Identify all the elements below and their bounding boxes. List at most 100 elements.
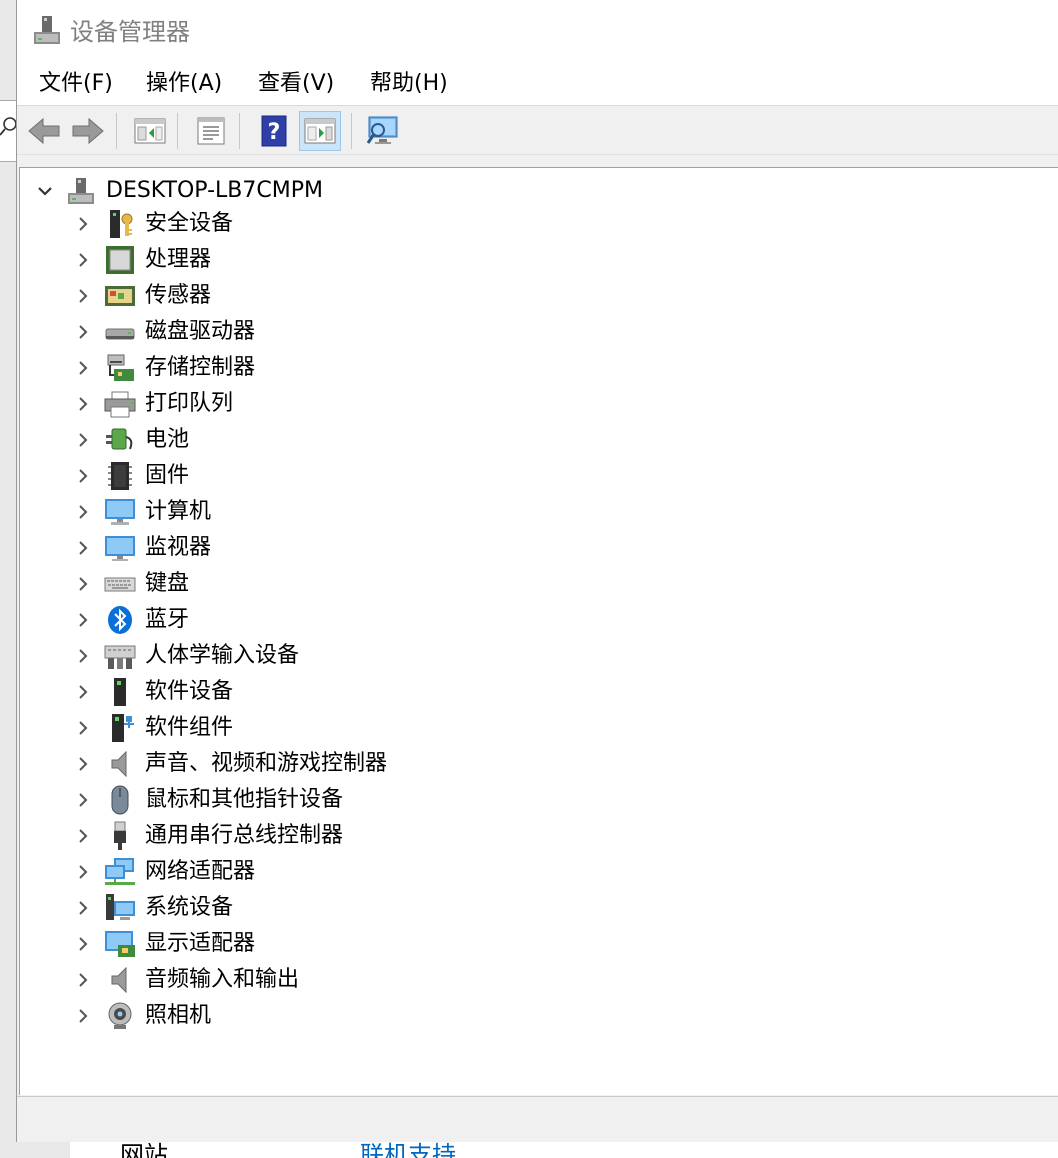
- toolbar-separator: [351, 113, 352, 149]
- expand-chevron-icon[interactable]: [72, 501, 94, 523]
- tree-item-computer[interactable]: 计算机: [20, 494, 1058, 530]
- menu-action[interactable]: 操作(A): [144, 70, 224, 98]
- properties-button[interactable]: [190, 111, 232, 151]
- expand-chevron-icon[interactable]: [72, 249, 94, 271]
- svg-text:?: ?: [268, 120, 281, 145]
- tree-item-disk-drives[interactable]: 磁盘驱动器: [20, 314, 1058, 350]
- window-title: 设备管理器: [70, 18, 190, 46]
- expand-chevron-icon[interactable]: [72, 969, 94, 991]
- collapse-chevron-icon[interactable]: [34, 180, 56, 202]
- monitor-icon: [105, 536, 135, 561]
- show-hide-console-tree-button[interactable]: [129, 111, 171, 151]
- action-pane-icon: [304, 118, 336, 144]
- toolbar-separator: [239, 113, 240, 149]
- expand-chevron-icon[interactable]: [72, 465, 94, 487]
- tree-item-label: 打印队列: [145, 391, 234, 416]
- tree-item-network-adapters[interactable]: 网络适配器: [20, 854, 1058, 890]
- toolbar-separator: [116, 113, 117, 149]
- tree-item-software-components[interactable]: 软件组件: [20, 710, 1058, 746]
- back-button[interactable]: [23, 111, 65, 151]
- arrow-left-icon: [28, 117, 60, 145]
- tree-item-sound-video-game-controllers[interactable]: 声音、视频和游戏控制器: [20, 746, 1058, 782]
- expand-chevron-icon[interactable]: [72, 933, 94, 955]
- toolbar: ?: [17, 107, 1058, 155]
- printer-icon: [104, 391, 136, 418]
- expand-chevron-icon[interactable]: [72, 321, 94, 343]
- expand-chevron-icon[interactable]: [72, 753, 94, 775]
- tree-item-bluetooth[interactable]: 蓝牙: [20, 602, 1058, 638]
- tree-item-mice-pointing-devices[interactable]: 鼠标和其他指针设备: [20, 782, 1058, 818]
- expand-chevron-icon[interactable]: [72, 861, 94, 883]
- toolbar-separator: [177, 113, 178, 149]
- menu-help[interactable]: 帮助(H): [368, 70, 450, 98]
- menu-view[interactable]: 查看(V): [256, 70, 336, 98]
- tree-item-storage-controllers[interactable]: 存储控制器: [20, 350, 1058, 386]
- tree-item-display-adapters[interactable]: 显示适配器: [20, 926, 1058, 962]
- menu-file[interactable]: 文件(F): [37, 70, 115, 98]
- console-tree-icon: [134, 118, 166, 144]
- tree-item-processors[interactable]: 处理器: [20, 242, 1058, 278]
- forward-button[interactable]: [67, 111, 109, 151]
- help-button[interactable]: ?: [253, 111, 295, 151]
- expand-chevron-icon[interactable]: [72, 429, 94, 451]
- expand-chevron-icon[interactable]: [72, 357, 94, 379]
- expand-chevron-icon[interactable]: [72, 681, 94, 703]
- expand-chevron-icon[interactable]: [72, 897, 94, 919]
- search-icon: [0, 117, 16, 136]
- storage-controller-icon: [107, 354, 134, 381]
- expand-chevron-icon[interactable]: [72, 393, 94, 415]
- tree-item-monitors[interactable]: 监视器: [20, 530, 1058, 566]
- tree-item-cameras[interactable]: 照相机: [20, 998, 1058, 1034]
- tree-item-label: 存储控制器: [145, 355, 256, 380]
- tree-item-print-queues[interactable]: 打印队列: [20, 386, 1058, 422]
- tree-root[interactable]: DESKTOP-LB7CMPM: [34, 175, 323, 207]
- tree-item-software-devices[interactable]: 软件设备: [20, 674, 1058, 710]
- processor-icon: [106, 246, 134, 274]
- expand-chevron-icon[interactable]: [72, 213, 94, 235]
- tree-item-keyboards[interactable]: 键盘: [20, 566, 1058, 602]
- tree-item-label: 键盘: [145, 571, 190, 596]
- tree-item-audio-inputs-outputs[interactable]: 音频输入和输出: [20, 962, 1058, 998]
- software-device-icon: [114, 678, 126, 706]
- mouse-icon: [111, 785, 129, 815]
- tree-item-label: 磁盘驱动器: [145, 319, 256, 344]
- background-footer: 网站 联机支持: [70, 1140, 1058, 1158]
- device-tree[interactable]: DESKTOP-LB7CMPM 安全设备 处理器 传感器 磁盘驱动器 存储控制器…: [19, 167, 1058, 1095]
- tree-item-security-devices[interactable]: 安全设备: [20, 206, 1058, 242]
- expand-chevron-icon[interactable]: [72, 609, 94, 631]
- tree-item-hid[interactable]: 人体学输入设备: [20, 638, 1058, 674]
- expand-chevron-icon[interactable]: [72, 573, 94, 595]
- show-action-pane-button[interactable]: [299, 111, 341, 151]
- software-component-icon: [112, 714, 134, 742]
- tree-item-firmware[interactable]: 固件: [20, 458, 1058, 494]
- system-device-icon: [106, 894, 135, 920]
- arrow-right-icon: [72, 117, 104, 145]
- security-key-icon: [110, 210, 133, 238]
- tree-item-label: 显示适配器: [145, 931, 256, 956]
- tree-item-label: 监视器: [145, 535, 212, 560]
- tree-item-batteries[interactable]: 电池: [20, 422, 1058, 458]
- tree-item-label: 处理器: [145, 247, 212, 272]
- tree-item-sensors[interactable]: 传感器: [20, 278, 1058, 314]
- status-bar: [17, 1096, 1058, 1142]
- expand-chevron-icon[interactable]: [72, 789, 94, 811]
- expand-chevron-icon[interactable]: [72, 645, 94, 667]
- camera-icon: [108, 1002, 132, 1029]
- tree-item-label: 音频输入和输出: [145, 967, 300, 992]
- title-bar: 设备管理器: [17, 0, 1058, 62]
- expand-chevron-icon[interactable]: [72, 537, 94, 559]
- audio-io-icon: [111, 966, 127, 994]
- expand-chevron-icon[interactable]: [72, 285, 94, 307]
- online-support-link[interactable]: 联机支持: [360, 1142, 456, 1158]
- expand-chevron-icon[interactable]: [72, 825, 94, 847]
- expand-chevron-icon[interactable]: [72, 1005, 94, 1027]
- tree-item-usb-controllers[interactable]: 通用串行总线控制器: [20, 818, 1058, 854]
- help-question-icon: ?: [261, 115, 287, 147]
- scan-hardware-changes-button[interactable]: [362, 111, 404, 151]
- tree-item-label: 蓝牙: [145, 607, 190, 632]
- expand-chevron-icon[interactable]: [72, 717, 94, 739]
- device-category-list: 安全设备 处理器 传感器 磁盘驱动器 存储控制器 打印队列 电池 固件 计算机 …: [20, 206, 1058, 1034]
- tree-item-system-devices[interactable]: 系统设备: [20, 890, 1058, 926]
- keyboard-icon: [104, 577, 136, 592]
- computer-root-icon: [68, 178, 94, 204]
